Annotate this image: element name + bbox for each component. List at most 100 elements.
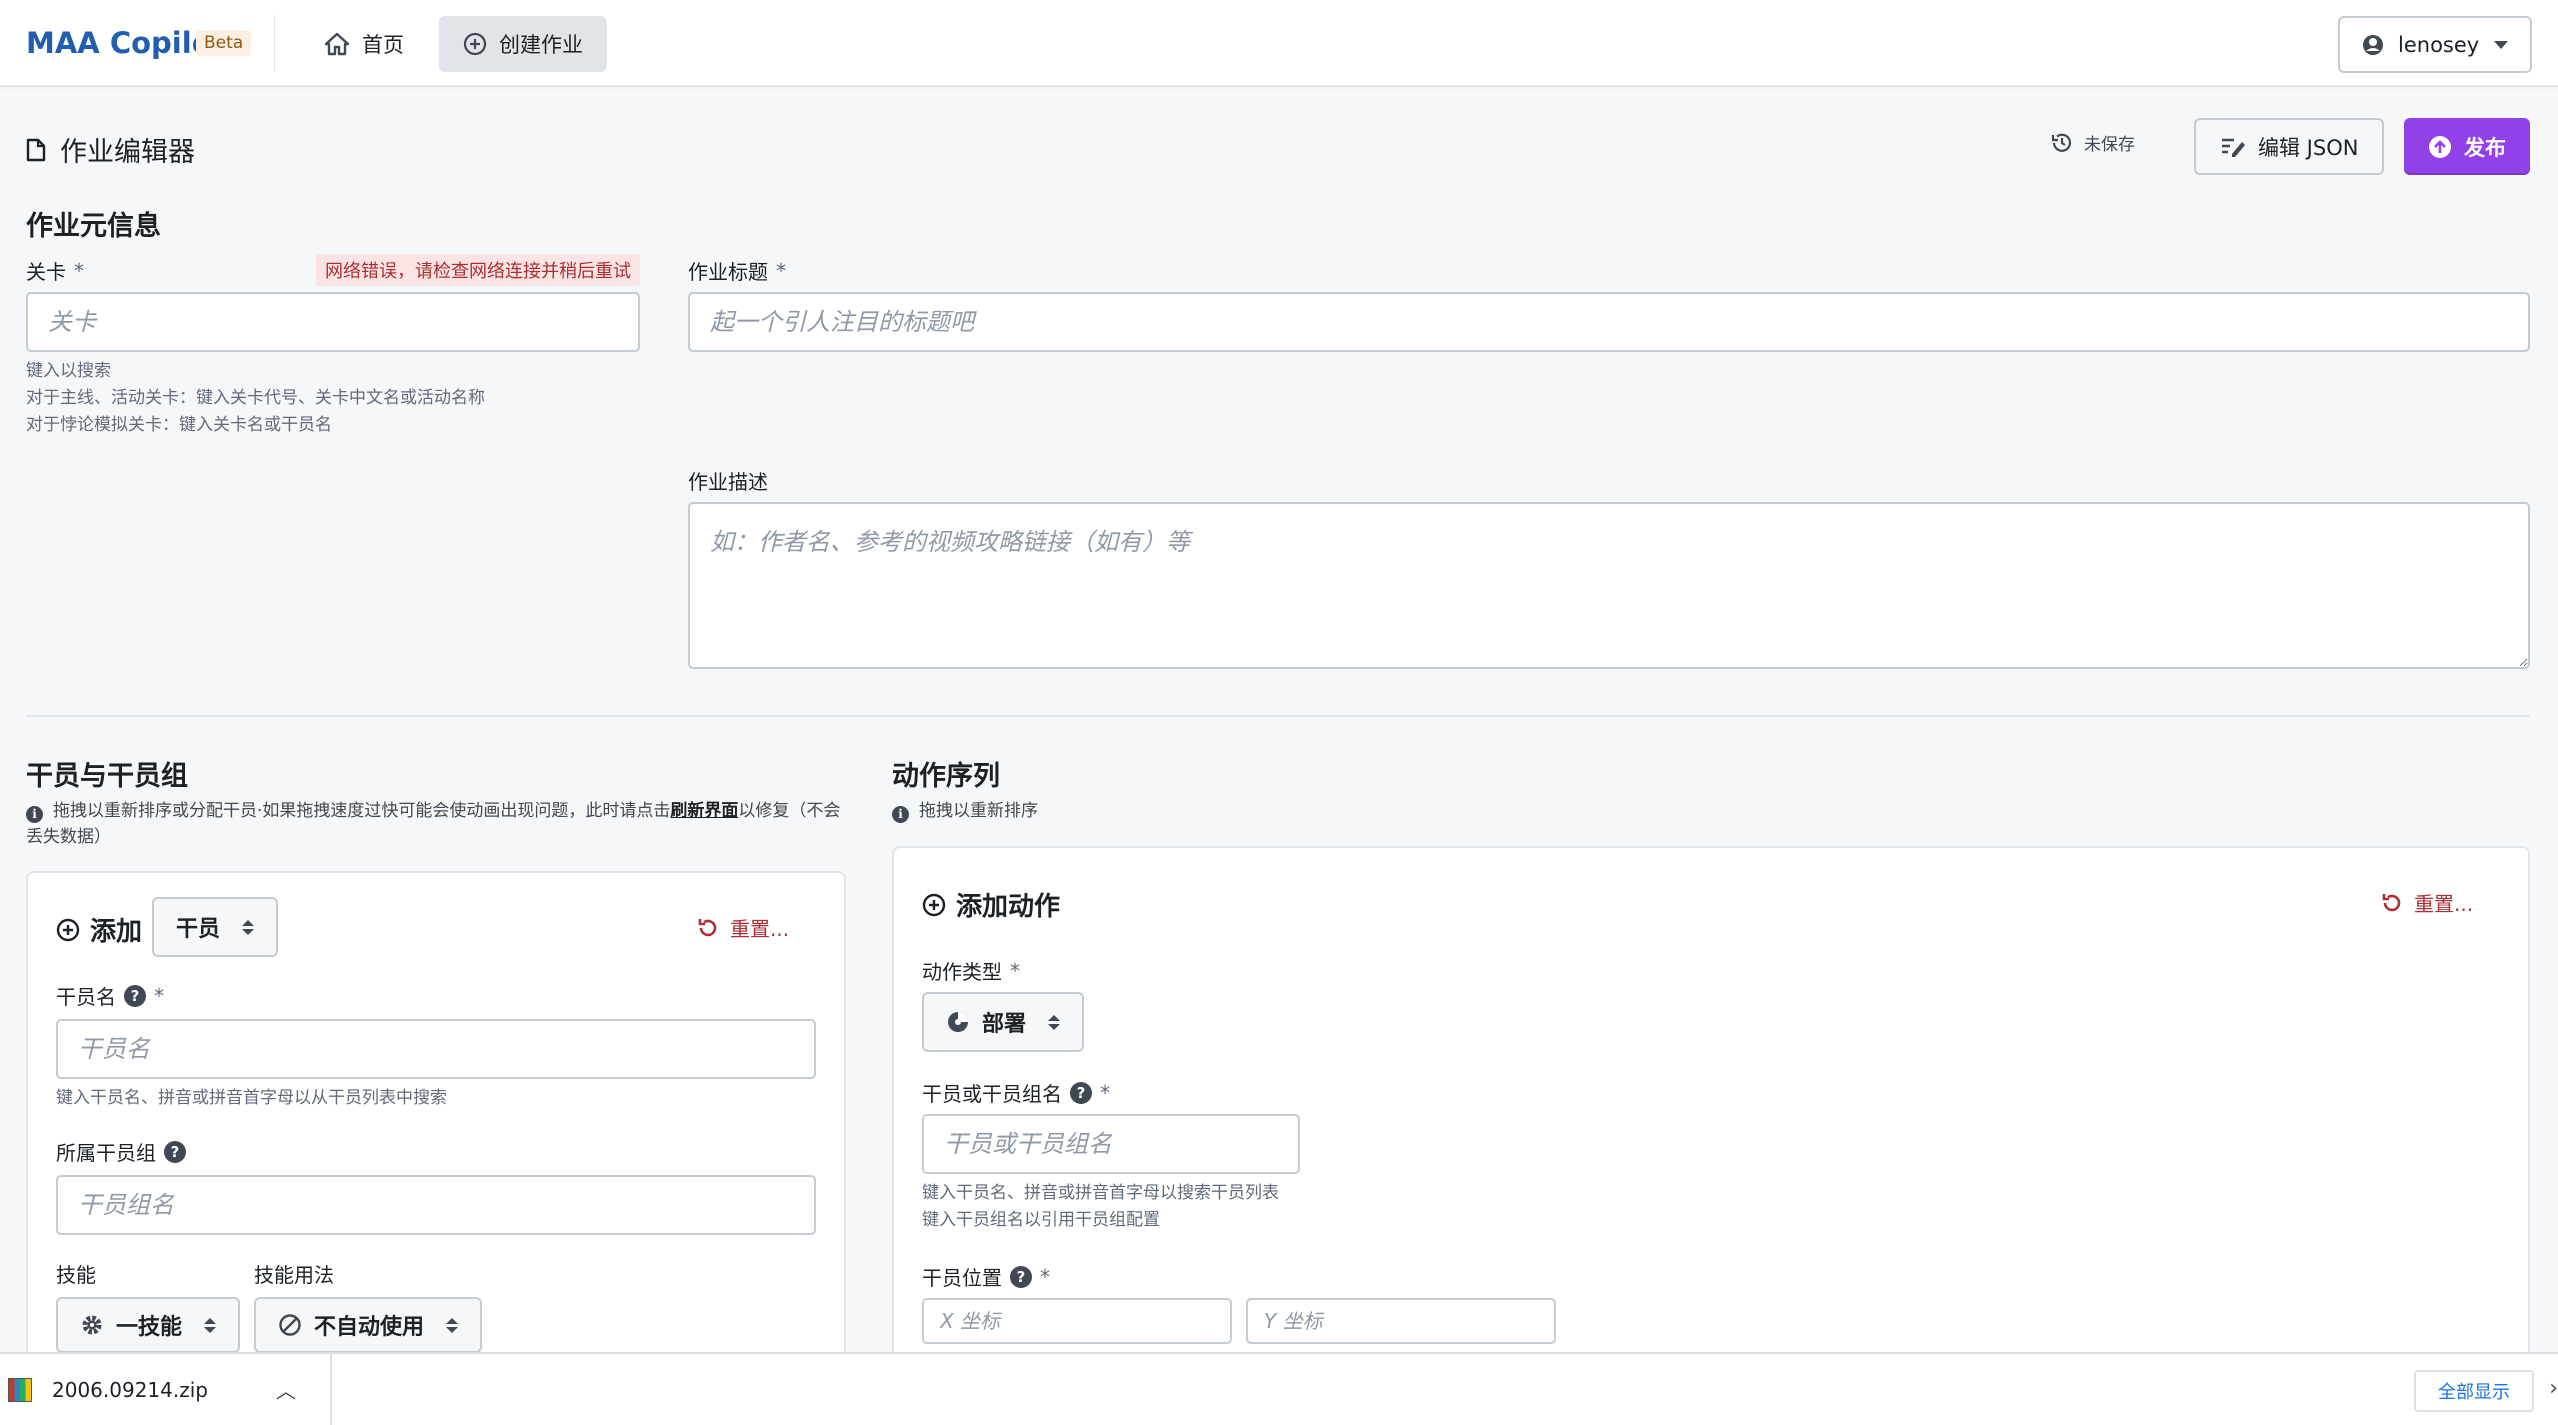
help-icon[interactable]: ?: [124, 984, 146, 1007]
caret-down-icon: [2494, 40, 2508, 49]
operator-name-label: 干员名 ? *: [56, 981, 164, 1010]
reset-icon: [2382, 893, 2401, 911]
add-type-value: 干员: [176, 917, 221, 942]
actions-info: i 拖拽以重新排序: [892, 798, 1038, 824]
add-type-select[interactable]: 干员: [152, 897, 279, 957]
save-status[interactable]: 未保存: [2050, 130, 2135, 155]
home-icon: [324, 32, 350, 56]
add-circle-icon: [463, 32, 487, 56]
publish-button[interactable]: 发布: [2404, 118, 2530, 175]
save-status-label: 未保存: [2084, 135, 2135, 155]
required-mark: *: [776, 258, 786, 283]
required-mark: *: [1040, 1264, 1050, 1289]
operator-card: 添加 干员 重置... 干员名 ? * 键入干员名、拼音或拼音首字母以从干员列表…: [26, 871, 846, 1371]
info-icon: i: [892, 806, 909, 823]
desc-label-text: 作业描述: [688, 470, 768, 494]
close-downloads-icon[interactable]: ›: [2549, 1376, 2558, 1401]
operator-name-label-text: 干员名: [56, 985, 116, 1009]
edit-list-icon: [2222, 138, 2245, 157]
actions-heading: 动作序列: [892, 761, 1000, 792]
action-target-help-line: 键入干员名、拼音或拼音首字母以搜索干员列表: [922, 1183, 1279, 1203]
skill-usage-select[interactable]: 不自动使用: [254, 1297, 483, 1353]
title-label-text: 作业标题: [688, 260, 768, 284]
download-item[interactable]: 2006.09214.zip ︿: [0, 1354, 332, 1425]
action-type-value: 部署: [982, 1012, 1027, 1037]
stage-help-line: 键入以搜索: [26, 361, 111, 381]
action-target-help: 键入干员名、拼音或拼音首字母以搜索干员列表 键入干员组名以引用干员组配置: [922, 1180, 1279, 1234]
skill-usage-value: 不自动使用: [314, 1315, 425, 1340]
select-arrows-icon: [204, 1317, 217, 1333]
operator-position-label: 干员位置 ? *: [922, 1262, 1050, 1291]
downloads-bar: 2006.09214.zip ︿ 全部显示 ›: [0, 1352, 2558, 1425]
skill-value: 一技能: [116, 1315, 183, 1340]
skill-label: 技能: [56, 1263, 96, 1287]
add-action-label: 添加动作: [956, 892, 1061, 922]
required-mark: *: [74, 258, 84, 283]
action-type-select[interactable]: 部署: [922, 992, 1085, 1052]
operators-heading: 干员与干员组: [26, 761, 188, 792]
operators-info-text: 拖拽以重新排序或分配干员·如果拖拽速度过快可能会使动画出现问题，此时请点击: [53, 801, 671, 821]
operator-name-help: 键入干员名、拼音或拼音首字母以从干员列表中搜索: [56, 1088, 447, 1108]
desc-label: 作业描述: [688, 466, 768, 495]
nav-create-button[interactable]: 创建作业: [439, 16, 607, 72]
title-label: 作业标题 *: [688, 256, 786, 285]
stage-help-line: 对于悖论模拟关卡：键入关卡名或干员名: [26, 415, 332, 435]
history-icon: [2051, 133, 2072, 152]
description-textarea[interactable]: [688, 502, 2530, 669]
nav-home-button[interactable]: 首页: [300, 16, 428, 72]
user-icon: [2363, 34, 2383, 55]
operators-info: i 拖拽以重新排序或分配干员·如果拖拽速度过快可能会使动画出现问题，此时请点击刷新…: [26, 798, 846, 850]
operator-group-input[interactable]: [56, 1175, 816, 1235]
edit-json-button[interactable]: 编辑 JSON: [2194, 118, 2385, 175]
username: lenosey: [2398, 32, 2480, 57]
stage-help: 键入以搜索 对于主线、活动关卡：键入关卡代号、关卡中文名或活动名称 对于悖论模拟…: [26, 358, 485, 439]
action-target-input[interactable]: [922, 1114, 1300, 1174]
operator-name-input[interactable]: [56, 1019, 816, 1079]
operator-group-label: 所属干员组 ?: [56, 1137, 186, 1166]
add-operator-header: 添加: [56, 911, 142, 948]
top-navbar: MAA Copilot Beta 首页 创建作业 lenosey: [0, 0, 2558, 87]
select-arrows-icon: [1048, 1014, 1061, 1030]
stage-label-text: 关卡: [26, 260, 66, 284]
x-coordinate-input[interactable]: [922, 1298, 1232, 1344]
chevron-up-icon[interactable]: ︿: [276, 1375, 296, 1404]
stage-label: 关卡 *: [26, 256, 84, 285]
user-menu-button[interactable]: lenosey: [2338, 16, 2532, 73]
zip-file-icon: [8, 1377, 32, 1402]
stage-help-line: 对于主线、活动关卡：键入关卡代号、关卡中文名或活动名称: [26, 388, 485, 408]
upload-icon: [2429, 135, 2451, 158]
gear-icon: [82, 1315, 102, 1335]
refresh-page-link[interactable]: 刷新界面: [670, 801, 738, 821]
required-mark: *: [1100, 1080, 1110, 1105]
operator-position-label-text: 干员位置: [922, 1266, 1002, 1290]
add-circle-icon: [922, 893, 946, 916]
required-mark: *: [1010, 958, 1020, 983]
action-type-label: 动作类型 *: [922, 956, 1020, 985]
operator-group-label-text: 所属干员组: [56, 1141, 156, 1165]
skill-usage-label: 技能用法: [254, 1263, 334, 1287]
stage-input[interactable]: [26, 292, 640, 352]
title-input[interactable]: [688, 292, 2530, 352]
y-coordinate-input[interactable]: [1246, 1298, 1556, 1344]
select-arrows-icon: [446, 1317, 459, 1333]
reset-operators-label: 重置...: [730, 917, 790, 941]
reset-icon: [698, 918, 717, 936]
add-circle-icon: [56, 918, 80, 941]
add-operator-label: 添加: [90, 917, 143, 947]
skill-select[interactable]: 一技能: [56, 1297, 241, 1353]
help-icon[interactable]: ?: [1070, 1081, 1092, 1104]
reset-operators-button[interactable]: 重置...: [696, 913, 789, 942]
document-icon: [26, 138, 46, 161]
section-divider: [26, 715, 2530, 717]
nav-create-label: 创建作业: [499, 33, 583, 57]
action-target-label: 干员或干员组名 ? *: [922, 1078, 1110, 1107]
help-icon[interactable]: ?: [164, 1140, 186, 1163]
disable-icon: [279, 1314, 301, 1336]
show-all-downloads-button[interactable]: 全部显示: [2414, 1370, 2534, 1412]
navbar-divider: [274, 15, 275, 72]
beta-badge: Beta: [196, 30, 252, 56]
help-icon[interactable]: ?: [1010, 1265, 1032, 1288]
add-action-header: 添加动作: [922, 886, 1060, 923]
reset-actions-button[interactable]: 重置...: [2380, 888, 2473, 917]
required-mark: *: [154, 983, 164, 1008]
